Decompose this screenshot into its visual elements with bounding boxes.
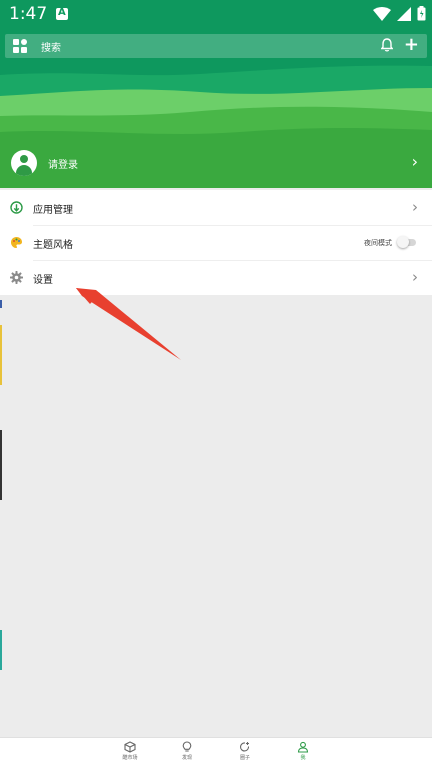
- tab-label: 酷市场: [122, 755, 138, 761]
- person-icon: [297, 741, 309, 753]
- tab-me[interactable]: 我: [283, 741, 323, 767]
- lightbulb-icon: [182, 741, 192, 752]
- refresh-circle-icon: [239, 742, 250, 752]
- tab-market[interactable]: 酷市场: [110, 741, 150, 767]
- tab-label: 发现: [181, 755, 192, 761]
- tab-label: 我: [300, 755, 306, 761]
- tab-circle[interactable]: 圈子: [225, 741, 265, 767]
- tab-discover[interactable]: 发现: [167, 741, 207, 767]
- bottom-nav: 酷市场 发现 圈子 我: [0, 737, 432, 767]
- cube-icon: [124, 741, 136, 753]
- annotation-arrow-icon: [76, 288, 181, 360]
- tab-label: 圈子: [239, 755, 250, 761]
